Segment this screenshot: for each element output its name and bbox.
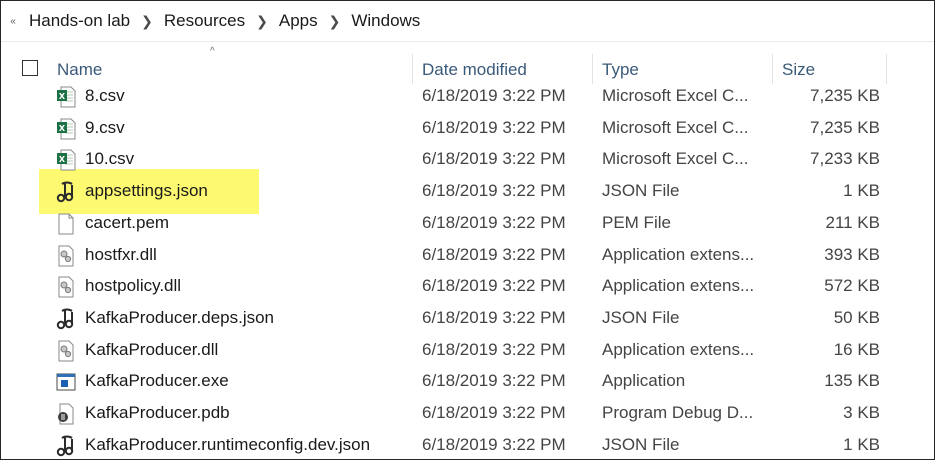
file-name: KafkaProducer.runtimeconfig.dev.json bbox=[85, 434, 371, 454]
file-date-modified: 6/18/2019 3:22 PM bbox=[422, 371, 566, 391]
chevron-right-icon[interactable]: ❯ bbox=[141, 13, 153, 30]
excel-csv-icon: X bbox=[56, 86, 76, 108]
breadcrumb: « Hands-on lab ❯ Resources ❯ Apps ❯ Wind… bbox=[1, 1, 934, 41]
file-name: KafkaProducer.pdb bbox=[85, 403, 230, 422]
exe-file-icon bbox=[56, 371, 76, 393]
file-size: 16 KB bbox=[833, 339, 880, 359]
json-file-icon bbox=[56, 308, 76, 330]
file-type: JSON File bbox=[602, 434, 680, 454]
column-divider[interactable] bbox=[886, 54, 887, 84]
file-date-modified: 6/18/2019 3:22 PM bbox=[422, 276, 566, 296]
file-type: Microsoft Excel C... bbox=[602, 149, 749, 169]
file-type: Application extens... bbox=[602, 244, 755, 264]
file-row-hostfxr-dll[interactable]: hostfxr.dll 6/18/2019 3:22 PM Application … bbox=[1, 240, 934, 271]
file-name: cacert.pem bbox=[85, 212, 170, 232]
column-header-row: ^ Name Date modified Type Size bbox=[1, 41, 934, 86]
file-type: PEM File bbox=[602, 212, 671, 232]
file-row-appsettings-json[interactable]: appsettings.json 6/18/2019 3:22 PM JSON Fi… bbox=[1, 176, 934, 207]
file-size: 211 KB bbox=[825, 212, 880, 232]
file-row-10-csv[interactable]: X 10.csv 6/18/2019 3:22 PM Microsoft Excel … bbox=[1, 144, 934, 175]
file-date-modified: 6/18/2019 3:22 PM bbox=[422, 434, 566, 454]
chevron-right-icon[interactable]: ❯ bbox=[256, 13, 268, 30]
svg-text:X: X bbox=[59, 155, 66, 164]
file-row-kafkaproducer-exe[interactable]: KafkaProducer.exe 6/18/2019 3:22 PM Applic… bbox=[1, 366, 934, 397]
file-name: 10.csv bbox=[85, 149, 135, 169]
json-file-icon bbox=[56, 435, 76, 457]
file-name: KafkaProducer.deps.json bbox=[85, 307, 275, 327]
file-date-modified: 6/18/2019 3:22 PM bbox=[422, 149, 566, 169]
file-date-modified: 6/18/2019 3:22 PM bbox=[422, 117, 566, 137]
column-divider[interactable] bbox=[412, 54, 413, 84]
file-name: 9.csv bbox=[85, 117, 125, 137]
file-row-8-csv[interactable]: X 8.csv 6/18/2019 3:22 PM Microsoft Excel C… bbox=[1, 81, 934, 112]
select-all-checkbox[interactable] bbox=[22, 60, 38, 76]
file-size: 1 KB bbox=[843, 434, 880, 454]
file-size: 135 KB bbox=[824, 371, 880, 391]
file-date-modified: 6/18/2019 3:22 PM bbox=[422, 212, 566, 232]
file-row-cacert-pem[interactable]: cacert.pem 6/18/2019 3:22 PM PEM File 211 K… bbox=[1, 208, 934, 239]
file-date-modified: 6/18/2019 3:22 PM bbox=[422, 403, 566, 422]
file-date-modified: 6/18/2019 3:22 PM bbox=[422, 339, 566, 359]
svg-text:X: X bbox=[59, 92, 66, 101]
file-size: 393 KB bbox=[824, 244, 880, 264]
file-name: KafkaProducer.exe bbox=[85, 371, 229, 391]
chevron-right-icon[interactable]: ❯ bbox=[329, 13, 341, 30]
breadcrumb-item-hands-on-lab[interactable]: Hands-on lab bbox=[27, 11, 132, 31]
svg-text:X: X bbox=[59, 124, 66, 133]
file-size: 1 KB bbox=[843, 181, 880, 201]
file-type: JSON File bbox=[602, 307, 680, 327]
sort-ascending-icon: ^ bbox=[210, 46, 215, 57]
file-date-modified: 6/18/2019 3:22 PM bbox=[422, 86, 566, 105]
file-row-kafkaproducer-deps-json[interactable]: KafkaProducer.deps.json 6/18/2019 3:22 PM… bbox=[1, 303, 934, 334]
file-name: 8.csv bbox=[85, 86, 125, 105]
file-explorer-window: « Hands-on lab ❯ Resources ❯ Apps ❯ Wind… bbox=[0, 0, 935, 460]
pdb-file-icon bbox=[56, 403, 76, 425]
file-name: appsettings.json bbox=[85, 181, 208, 201]
json-file-icon bbox=[56, 181, 76, 203]
file-size: 572 KB bbox=[824, 276, 880, 296]
file-size: 7,235 KB bbox=[810, 86, 880, 105]
column-divider[interactable] bbox=[592, 54, 593, 84]
file-name: KafkaProducer.dll bbox=[85, 339, 219, 359]
file-row-kafkaproducer-runtimeconfig-dev-json[interactable]: KafkaProducer.runtimeconfig.dev.json 6/18… bbox=[1, 430, 934, 459]
file-type: Application bbox=[602, 371, 686, 391]
breadcrumb-item-apps[interactable]: Apps bbox=[277, 11, 320, 31]
file-row-9-csv[interactable]: X 9.csv 6/18/2019 3:22 PM Microsoft Excel C… bbox=[1, 113, 934, 144]
file-type: JSON File bbox=[602, 181, 680, 201]
column-header-name[interactable]: Name bbox=[57, 60, 102, 80]
file-size: 7,235 KB bbox=[810, 117, 880, 137]
excel-csv-icon: X bbox=[56, 118, 76, 140]
file-type: Application extens... bbox=[602, 339, 755, 359]
file-type: Microsoft Excel C... bbox=[602, 117, 749, 137]
file-size: 7,233 KB bbox=[810, 149, 880, 169]
file-date-modified: 6/18/2019 3:22 PM bbox=[422, 307, 566, 327]
file-type: Microsoft Excel C... bbox=[602, 86, 749, 105]
file-type: Program Debug D... bbox=[602, 403, 754, 422]
excel-csv-icon: X bbox=[56, 149, 76, 171]
blank-file-icon bbox=[56, 213, 76, 235]
column-header-date-modified[interactable]: Date modified bbox=[422, 60, 527, 80]
file-date-modified: 6/18/2019 3:22 PM bbox=[422, 244, 566, 264]
file-row-hostpolicy-dll[interactable]: hostpolicy.dll 6/18/2019 3:22 PM Applicati… bbox=[1, 271, 934, 302]
file-date-modified: 6/18/2019 3:22 PM bbox=[422, 181, 566, 201]
file-row-kafkaproducer-pdb[interactable]: KafkaProducer.pdb 6/18/2019 3:22 PM Progra… bbox=[1, 398, 934, 429]
file-name: hostpolicy.dll bbox=[85, 276, 182, 296]
double-chevron-left-icon[interactable]: « bbox=[7, 16, 19, 27]
file-type: Application extens... bbox=[602, 276, 755, 296]
column-divider[interactable] bbox=[772, 54, 773, 84]
file-row-kafkaproducer-dll[interactable]: KafkaProducer.dll 6/18/2019 3:22 PM Applic… bbox=[1, 335, 934, 366]
file-size: 50 KB bbox=[833, 307, 880, 327]
dll-file-icon bbox=[56, 245, 76, 267]
file-name: hostfxr.dll bbox=[85, 244, 157, 264]
column-header-size[interactable]: Size bbox=[782, 60, 815, 80]
file-list: X 8.csv 6/18/2019 3:22 PM Microsoft Excel C… bbox=[1, 81, 934, 459]
breadcrumb-item-windows[interactable]: Windows bbox=[349, 11, 422, 31]
dll-file-icon bbox=[56, 340, 76, 362]
dll-file-icon bbox=[56, 276, 76, 298]
breadcrumb-item-resources[interactable]: Resources bbox=[162, 11, 247, 31]
file-size: 3 KB bbox=[843, 403, 880, 422]
column-header-type[interactable]: Type bbox=[602, 60, 639, 80]
